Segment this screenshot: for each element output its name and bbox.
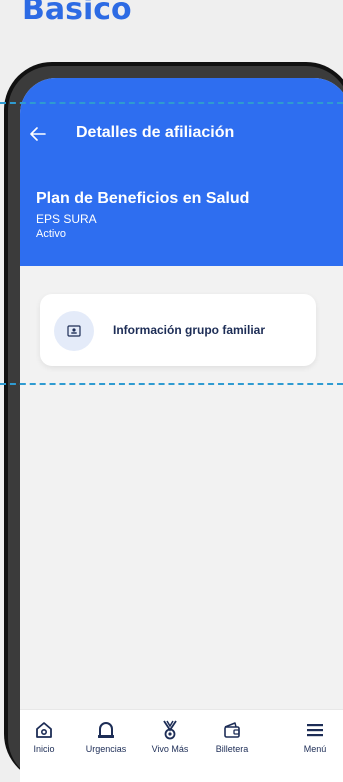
app-header: Detalles de afiliación Plan de Beneficio… [20,78,343,266]
nav-item-menu[interactable]: Menú [285,720,343,754]
guide-line-bottom [0,383,343,385]
nav-item-inicio[interactable]: Inicio [20,720,74,754]
bottom-nav: Inicio Urgencias Vivo Más Billetera Menú [20,709,343,782]
nav-label-billetera: Billetera [215,744,249,754]
back-arrow-icon[interactable] [30,127,46,141]
phone-bezel: Detalles de afiliación Plan de Beneficio… [8,66,343,782]
home-icon [36,722,52,738]
plan-status: Activo [36,228,66,240]
family-group-card[interactable]: Información grupo familiar [40,294,316,366]
nav-label-menu: Menú [303,744,327,754]
plan-provider: EPS SURA [36,212,97,226]
hamburger-menu-icon [307,724,323,737]
phone-screen: Detalles de afiliación Plan de Beneficio… [20,78,343,782]
medal-icon [163,720,177,740]
nav-label-inicio: Inicio [33,744,55,754]
nav-label-urgencias: Urgencias [85,744,127,754]
nav-item-urgencias[interactable]: Urgencias [76,720,136,754]
nav-item-billetera[interactable]: Billetera [202,720,262,754]
card-icon-wrap [54,311,94,351]
siren-icon [98,722,114,738]
nav-item-vivo-mas[interactable]: Vivo Más [140,720,200,754]
page-heading: Basico [22,0,132,27]
plan-title: Plan de Beneficios en Salud [36,190,250,207]
card-label: Información grupo familiar [113,323,266,337]
phone-frame: Detalles de afiliación Plan de Beneficio… [4,62,343,782]
id-card-icon [67,325,81,337]
wallet-icon [224,722,240,738]
guide-line-top [0,102,343,104]
nav-label-vivo-mas: Vivo Más [151,744,189,754]
header-title: Detalles de afiliación [76,124,235,141]
